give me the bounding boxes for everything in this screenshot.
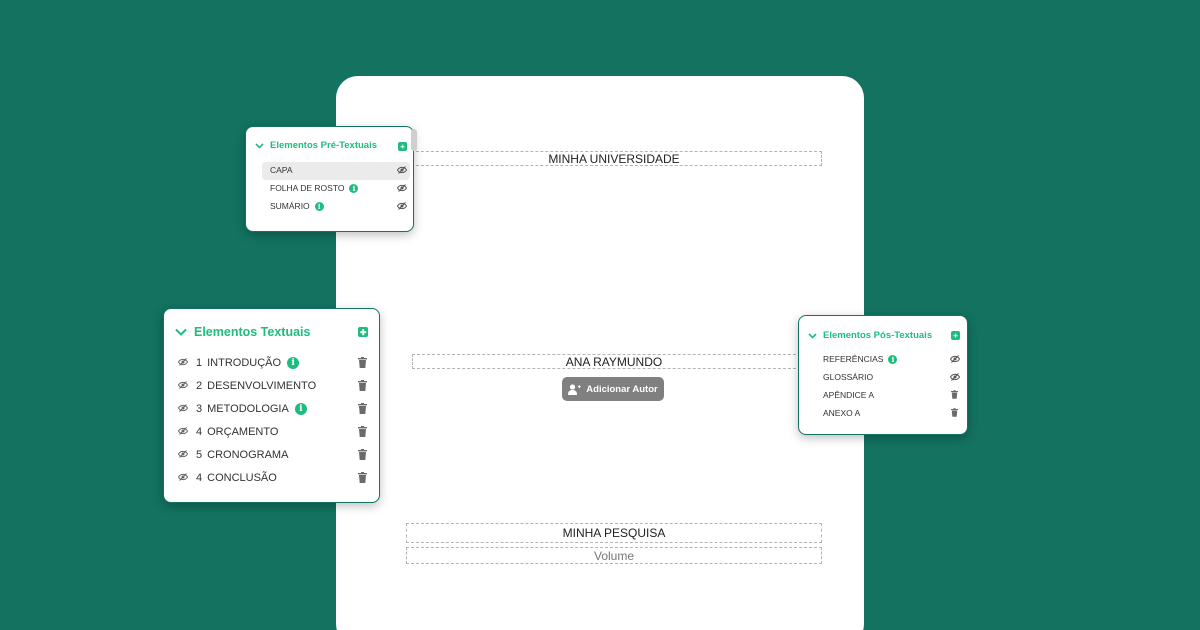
- chevron-down-icon[interactable]: [808, 332, 817, 339]
- trash-icon[interactable]: [951, 390, 958, 399]
- item-number: 4: [196, 472, 203, 484]
- university-field[interactable]: MINHA UNIVERSIDADE: [406, 151, 822, 166]
- eye-off-icon[interactable]: [177, 426, 189, 438]
- item-label: GLOSSÁRIO: [823, 372, 874, 382]
- add-pre-textual-icon[interactable]: [398, 142, 407, 151]
- textual-item-conclusao[interactable]: 4 CONCLUSÃO: [177, 472, 277, 484]
- eye-off-icon[interactable]: [177, 449, 189, 461]
- trash-icon[interactable]: [358, 380, 367, 391]
- item-label: FOLHA DE ROSTO: [270, 183, 345, 193]
- post-textual-panel: Elementos Pós-Textuais REFERÊNCIAS i GLO…: [798, 315, 968, 435]
- panel-scroll-handle[interactable]: [411, 129, 417, 151]
- add-textual-icon[interactable]: [358, 327, 368, 337]
- add-author-button[interactable]: Adicionar Autor: [562, 377, 664, 401]
- item-number: 1: [196, 357, 203, 369]
- item-label: ANEXO A: [823, 408, 861, 418]
- trash-icon[interactable]: [358, 472, 367, 483]
- textual-item-introducao[interactable]: 1 INTRODUÇÃO i: [177, 357, 300, 369]
- eye-off-icon[interactable]: [177, 472, 189, 484]
- textual-item-cronograma[interactable]: 5 CRONOGRAMA: [177, 449, 289, 461]
- eye-off-icon[interactable]: [950, 355, 960, 363]
- item-label: DESENVOLVIMENTO: [207, 380, 317, 392]
- post-item-anexo-a[interactable]: ANEXO A: [823, 408, 860, 418]
- user-plus-icon: [568, 383, 582, 395]
- pre-item-capa[interactable]: CAPA: [270, 165, 293, 175]
- trash-icon[interactable]: [358, 426, 367, 437]
- item-label: SUMÁRIO: [270, 201, 310, 211]
- item-label: REFERÊNCIAS: [823, 354, 884, 364]
- item-label: METODOLOGIA: [207, 403, 289, 415]
- post-textual-title: Elementos Pós-Textuais: [823, 330, 933, 341]
- item-number: 3: [196, 403, 203, 415]
- info-icon[interactable]: i: [349, 183, 359, 193]
- pre-textual-panel: Elementos Pré-Textuais CAPA FOLHA DE ROS…: [245, 126, 417, 232]
- research-title-field[interactable]: MINHA PESQUISA: [406, 523, 822, 543]
- eye-off-icon[interactable]: [950, 373, 960, 381]
- trash-icon[interactable]: [358, 403, 367, 414]
- post-item-apendice-a[interactable]: APÊNDICE A: [823, 390, 874, 400]
- item-label: INTRODUÇÃO: [207, 357, 282, 369]
- add-post-textual-icon[interactable]: [951, 331, 960, 340]
- item-label: APÊNDICE A: [823, 390, 875, 400]
- trash-icon[interactable]: [951, 408, 958, 417]
- item-number: 2: [196, 380, 203, 392]
- info-icon[interactable]: i: [888, 354, 898, 364]
- eye-off-icon[interactable]: [177, 357, 189, 369]
- volume-field[interactable]: Volume: [406, 547, 822, 564]
- info-icon[interactable]: i: [294, 403, 307, 415]
- chevron-down-icon[interactable]: [175, 328, 187, 336]
- add-author-label: Adicionar Autor: [586, 383, 658, 395]
- item-number: 4: [196, 426, 203, 438]
- eye-off-icon[interactable]: [177, 403, 189, 415]
- textual-item-desenvolvimento[interactable]: 2 DESENVOLVIMENTO: [177, 380, 317, 392]
- chevron-down-icon[interactable]: [255, 142, 264, 149]
- info-icon[interactable]: i: [287, 357, 300, 369]
- pre-item-sumario[interactable]: SUMÁRIO i: [270, 201, 324, 211]
- trash-icon[interactable]: [358, 449, 367, 460]
- item-label: CAPA: [270, 165, 293, 175]
- textual-item-orcamento[interactable]: 4 ORÇAMENTO: [177, 426, 279, 438]
- pre-textual-header[interactable]: Elementos Pré-Textuais: [255, 140, 377, 151]
- post-textual-header[interactable]: Elementos Pós-Textuais: [808, 330, 932, 341]
- item-number: 5: [196, 449, 203, 461]
- textual-item-metodologia[interactable]: 3 METODOLOGIA i: [177, 403, 307, 415]
- eye-off-icon[interactable]: [397, 202, 407, 210]
- trash-icon[interactable]: [358, 357, 367, 368]
- eye-off-icon[interactable]: [397, 166, 407, 174]
- pre-item-folha-de-rosto[interactable]: FOLHA DE ROSTO i: [270, 183, 359, 193]
- textual-header[interactable]: Elementos Textuais: [175, 325, 310, 339]
- item-label: ORÇAMENTO: [207, 426, 279, 438]
- pre-textual-title: Elementos Pré-Textuais: [270, 140, 378, 151]
- eye-off-icon[interactable]: [177, 380, 189, 392]
- item-label: CRONOGRAMA: [207, 449, 289, 461]
- post-item-glossario[interactable]: GLOSSÁRIO: [823, 372, 873, 382]
- item-label: CONCLUSÃO: [207, 472, 277, 484]
- post-item-referencias[interactable]: REFERÊNCIAS i: [823, 354, 898, 364]
- info-icon[interactable]: i: [314, 201, 324, 211]
- eye-off-icon[interactable]: [397, 184, 407, 192]
- textual-panel: Elementos Textuais 1 INTRODUÇÃO i 2 DESE…: [163, 308, 380, 503]
- author-field[interactable]: ANA RAYMUNDO: [412, 354, 816, 369]
- textual-title: Elementos Textuais: [194, 325, 311, 339]
